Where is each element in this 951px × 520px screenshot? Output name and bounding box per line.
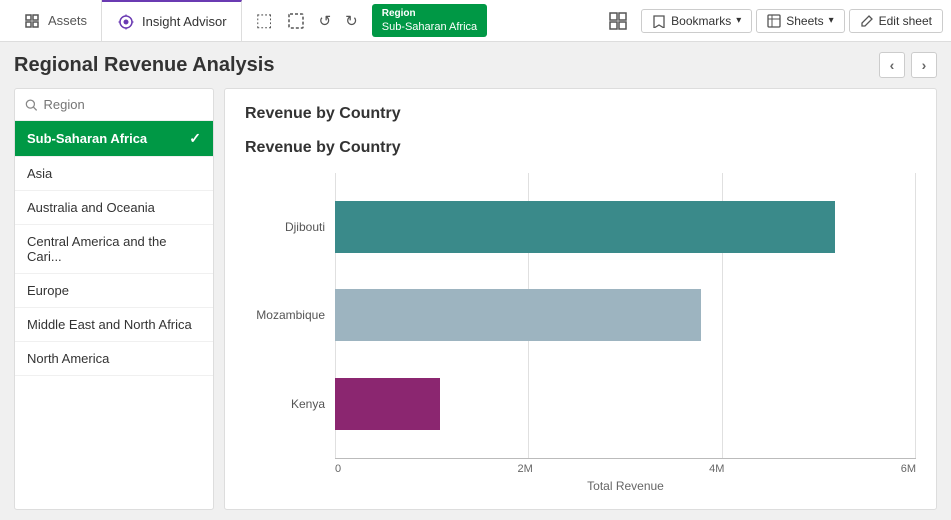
sidebar-item-label: Europe — [27, 283, 69, 298]
undo-button[interactable]: ↺ — [313, 8, 338, 34]
tab-assets-label: Assets — [48, 13, 87, 28]
chart-title: Revenue by Country — [245, 105, 916, 123]
prev-page-button[interactable]: ‹ — [879, 52, 905, 78]
sidebar-item-asia[interactable]: Asia — [15, 157, 213, 191]
x-axis-tick: 0 — [335, 463, 341, 475]
sidebar-item-label: North America — [27, 351, 109, 366]
edit-sheet-label: Edit sheet — [879, 14, 932, 28]
chip-title: Region — [382, 7, 477, 20]
sidebar-item-label: Sub-Saharan Africa — [27, 131, 147, 146]
sheets-label: Sheets — [786, 14, 823, 28]
sheets-chevron: ▾ — [829, 15, 834, 26]
grid-view-button[interactable] — [599, 8, 637, 34]
region-sidebar: Sub-Saharan Africa ✓ Asia Australia and Oce… — [14, 88, 214, 510]
bar-mozambique — [335, 289, 701, 341]
bookmarks-chevron: ▾ — [736, 15, 741, 26]
x-axis: 0 2M 4M 6M — [335, 458, 916, 475]
bookmarks-button[interactable]: Bookmarks ▾ — [641, 9, 752, 33]
top-navigation: Assets Insight Advisor ⬚ ↺ ↻ Region — [0, 0, 951, 42]
sheets-button[interactable]: Sheets ▾ — [756, 9, 844, 33]
sidebar-search-area — [15, 89, 213, 121]
tab-assets[interactable]: Assets — [8, 0, 102, 41]
page-navigation: ‹ › — [879, 52, 937, 78]
sidebar-item-label: Central America and the Cari... — [27, 234, 201, 264]
sidebar-item-label: Australia and Oceania — [27, 200, 155, 215]
x-axis-tick: 6M — [901, 463, 916, 475]
chart-title: Revenue by Country — [245, 139, 916, 157]
assets-icon — [22, 11, 42, 31]
page-header: Regional Revenue Analysis ‹ › — [14, 52, 937, 78]
sidebar-item-label: Middle East and North Africa — [27, 317, 192, 332]
sidebar-item-north-america[interactable]: North America — [15, 342, 213, 376]
select-region-tool[interactable]: ⬚ — [250, 6, 279, 35]
x-axis-tick: 4M — [709, 463, 724, 475]
x-axis-title: Total Revenue — [335, 479, 916, 493]
bar-djibouti — [335, 201, 835, 253]
edit-sheet-button[interactable]: Edit sheet — [849, 9, 943, 33]
region-list: Sub-Saharan Africa ✓ Asia Australia and Oce… — [15, 121, 213, 509]
lasso-tool[interactable] — [281, 8, 311, 34]
tab-insight-advisor[interactable]: Insight Advisor — [102, 0, 242, 41]
tab-insight-advisor-label: Insight Advisor — [142, 14, 227, 29]
sidebar-item-australia[interactable]: Australia and Oceania — [15, 191, 213, 225]
sidebar-item-label: Asia — [27, 166, 52, 181]
next-page-button[interactable]: › — [911, 52, 937, 78]
bar-row-djibouti — [335, 197, 916, 257]
chip-value: Sub-Saharan Africa — [382, 20, 477, 34]
bar-label-mozambique: Mozambique — [245, 285, 335, 345]
sidebar-item-middle-east[interactable]: Middle East and North Africa — [15, 308, 213, 342]
bookmarks-label: Bookmarks — [671, 14, 731, 28]
sidebar-item-central-america[interactable]: Central America and the Cari... — [15, 225, 213, 274]
bar-label-djibouti: Djibouti — [245, 197, 335, 257]
bar-kenya — [335, 378, 440, 430]
revenue-chart-container: Revenue by Country Revenue by Country Dji… — [224, 88, 937, 510]
selected-checkmark: ✓ — [189, 130, 201, 147]
bar-row-kenya — [335, 374, 916, 434]
page-title: Regional Revenue Analysis — [14, 54, 274, 77]
page-content: Regional Revenue Analysis ‹ › Sub-Sahara… — [0, 42, 951, 520]
sidebar-item-europe[interactable]: Europe — [15, 274, 213, 308]
region-search-input[interactable] — [44, 97, 203, 112]
x-axis-tick: 2M — [517, 463, 532, 475]
bar-row-mozambique — [335, 285, 916, 345]
search-icon — [25, 98, 38, 112]
region-filter-chip[interactable]: Region Sub-Saharan Africa — [372, 4, 487, 37]
sidebar-item-sub-saharan[interactable]: Sub-Saharan Africa ✓ — [15, 121, 213, 157]
content-area: Sub-Saharan Africa ✓ Asia Australia and Oce… — [14, 88, 937, 510]
insight-advisor-icon — [116, 12, 136, 32]
bar-label-kenya: Kenya — [245, 374, 335, 434]
redo-button[interactable]: ↻ — [339, 8, 364, 34]
